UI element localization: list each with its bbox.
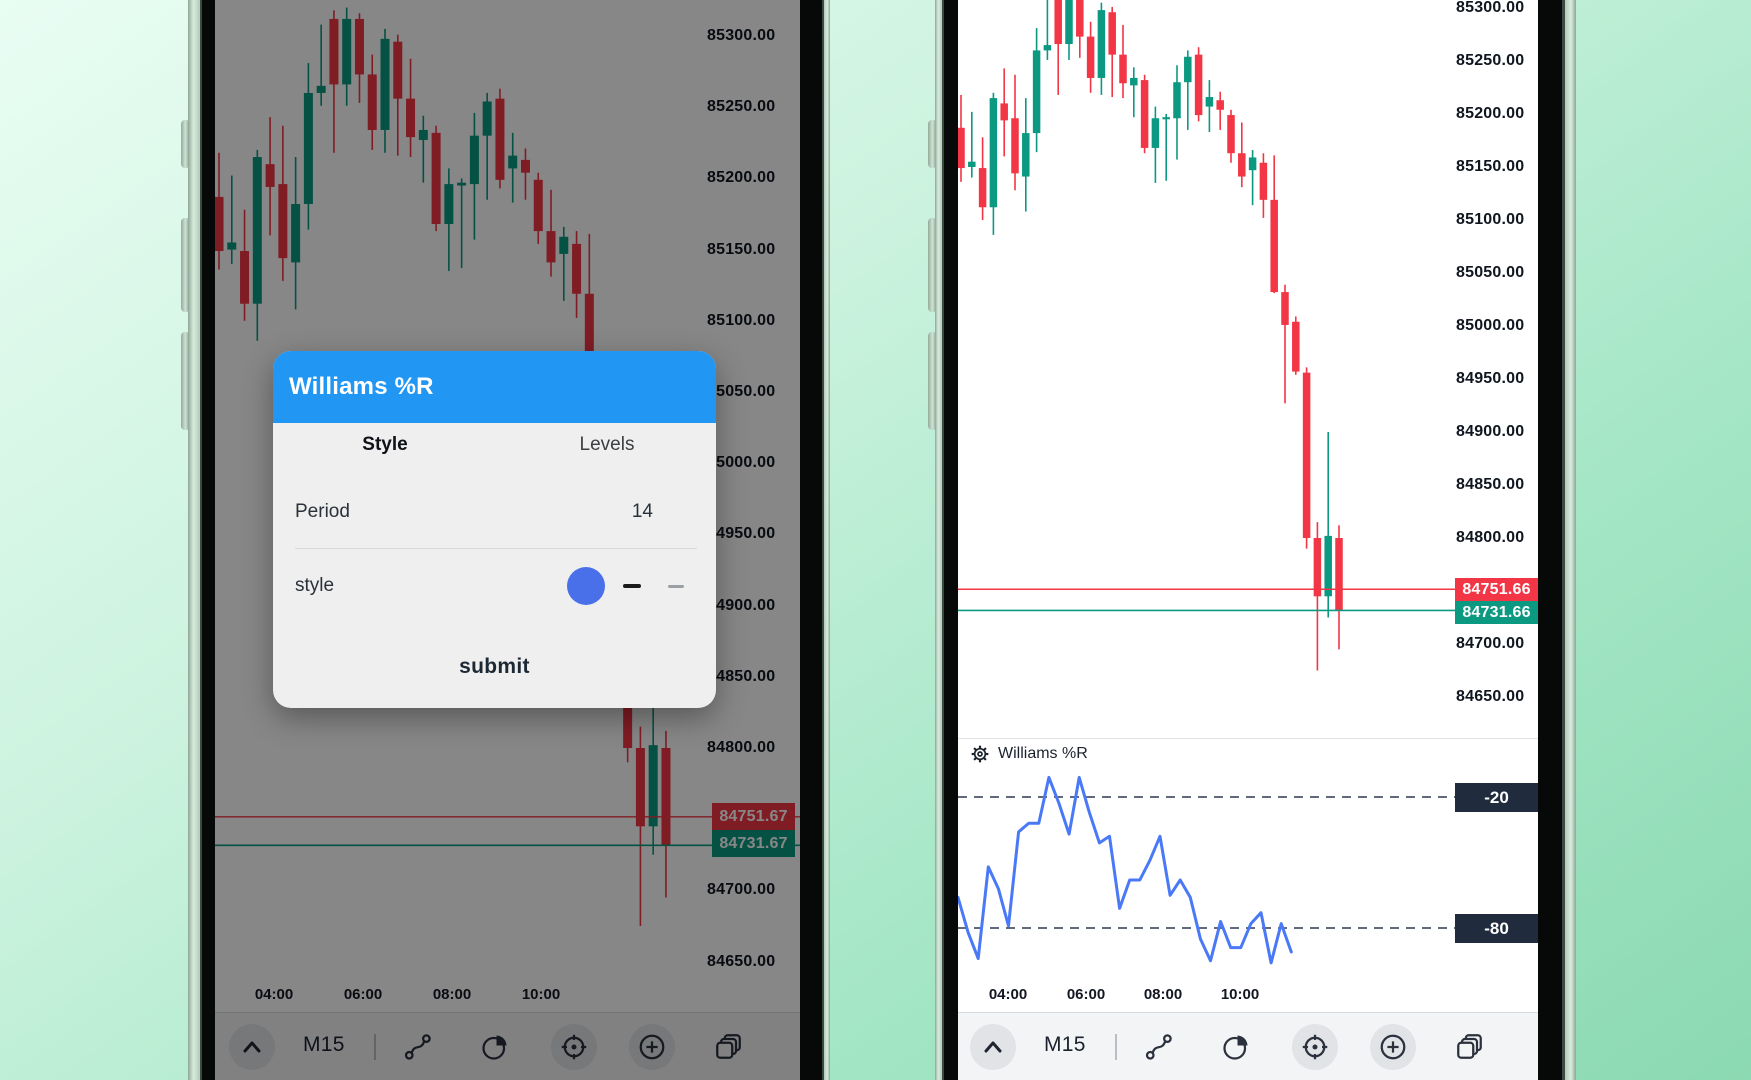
line-color-swatch[interactable] xyxy=(567,567,605,605)
price-axis-label: 85200.00 xyxy=(1456,105,1524,123)
candle-body xyxy=(1314,538,1322,596)
candle-body xyxy=(1011,118,1019,173)
candle-body xyxy=(1065,0,1073,44)
indicator-settings-gear-icon[interactable] xyxy=(970,744,990,764)
dialog-divider xyxy=(295,548,697,549)
toolbar-divider xyxy=(1115,1034,1117,1060)
chart-toolbar: M15 xyxy=(958,1012,1538,1080)
time-axis-label: 10:00 xyxy=(1221,986,1259,1003)
candle-body xyxy=(1098,10,1106,78)
level-badge-minus20: -20 xyxy=(1455,783,1538,812)
price-axis-label: 85100.00 xyxy=(1456,211,1524,229)
period-label: Period xyxy=(295,501,350,523)
candle-body xyxy=(1130,78,1138,85)
candle-body xyxy=(1162,117,1170,119)
candle-body xyxy=(1119,55,1127,84)
crosshair-icon[interactable] xyxy=(1300,1032,1330,1062)
price-axis-label: 84900.00 xyxy=(1456,423,1524,441)
candle-body xyxy=(1141,80,1149,148)
candle-body xyxy=(1335,538,1343,610)
price-axis-label: 85050.00 xyxy=(1456,264,1524,282)
williams-r-settings-dialog: Williams %R Style Levels Period 14 style… xyxy=(273,351,716,708)
price-axis-label: 85250.00 xyxy=(1456,52,1524,70)
price-axis-label: 84800.00 xyxy=(1456,529,1524,547)
line-style-thin-option[interactable] xyxy=(668,585,684,588)
phone-frame xyxy=(188,0,200,1080)
candle-body xyxy=(1227,115,1235,153)
williams-r-line xyxy=(958,777,1291,963)
dialog-title: Williams %R xyxy=(289,351,434,423)
add-order-icon[interactable] xyxy=(1378,1032,1408,1062)
left-phone: 85300.0085250.0085200.0085150.0085100.00… xyxy=(188,0,830,1080)
level-badge-minus80: -80 xyxy=(1455,914,1538,943)
right-phone-screen: 85300.00 85250.00 85200.00 85150.00 85100.00… xyxy=(958,0,1538,1080)
price-axis-label: 84700.00 xyxy=(1456,635,1524,653)
chevron-up-icon xyxy=(981,1037,1005,1057)
layouts-icon[interactable] xyxy=(1455,1032,1485,1062)
candle-body xyxy=(1054,0,1062,44)
candle-body xyxy=(1000,103,1008,120)
candle-body xyxy=(1195,55,1203,115)
price-axis-label: 84650.00 xyxy=(1456,688,1524,706)
phone-frame xyxy=(935,0,942,1080)
tab-levels[interactable]: Levels xyxy=(537,434,677,456)
drawing-tools-icon[interactable] xyxy=(1144,1032,1174,1062)
candle-body xyxy=(1152,118,1160,148)
candle-body xyxy=(1260,163,1268,200)
candle-body xyxy=(979,168,987,207)
time-axis-label: 04:00 xyxy=(989,986,1027,1003)
candle-body xyxy=(968,162,976,167)
candle-body xyxy=(958,128,965,168)
candle-body xyxy=(1044,45,1052,50)
candle-body xyxy=(1270,200,1278,292)
candlestick-chart[interactable] xyxy=(958,0,1538,1080)
indicators-icon[interactable] xyxy=(1221,1032,1251,1062)
style-label: style xyxy=(295,575,334,597)
tab-style[interactable]: Style xyxy=(315,434,455,456)
candle-body xyxy=(1076,0,1084,37)
period-value-field[interactable]: 14 xyxy=(603,501,653,523)
price-axis-label: 85000.00 xyxy=(1456,317,1524,335)
ask-price-badge: 84751.66 xyxy=(1455,578,1538,601)
time-axis-label: 06:00 xyxy=(1067,986,1105,1003)
price-axis-label: 85300.00 xyxy=(1456,0,1524,17)
candle-body xyxy=(1022,133,1030,176)
price-axis-label: 85150.00 xyxy=(1456,158,1524,176)
candle-body xyxy=(1303,373,1311,538)
expand-toolbar-button[interactable] xyxy=(970,1024,1016,1070)
price-axis-label: 84850.00 xyxy=(1456,476,1524,494)
candle-body xyxy=(1249,157,1257,170)
candle-body xyxy=(990,98,998,207)
timeframe-button[interactable]: M15 xyxy=(1044,1033,1086,1057)
candle-body xyxy=(1238,153,1246,176)
price-axis-label: 84950.00 xyxy=(1456,370,1524,388)
right-phone: 85300.00 85250.00 85200.00 85150.00 85100.00… xyxy=(935,0,1576,1080)
candle-body xyxy=(1184,57,1192,82)
time-axis-label: 08:00 xyxy=(1144,986,1182,1003)
candle-body xyxy=(1281,292,1289,325)
candle-body xyxy=(1033,50,1041,133)
line-style-solid-option[interactable] xyxy=(623,584,641,588)
candle-body xyxy=(1173,82,1181,118)
candle-body xyxy=(1216,100,1224,110)
indicator-pane-title: Williams %R xyxy=(998,745,1088,763)
candle-body xyxy=(1087,37,1095,78)
submit-button[interactable]: submit xyxy=(273,655,716,679)
bid-price-badge: 84731.66 xyxy=(1455,601,1538,624)
left-phone-screen: 85300.0085250.0085200.0085150.0085100.00… xyxy=(215,0,800,1080)
candle-body xyxy=(1108,12,1116,54)
desktop-background: 85300.00 85250.00 85200.00 85150.00 85100.00… xyxy=(0,0,1751,1080)
indicator-pane-divider xyxy=(958,738,1538,739)
candle-body xyxy=(1324,536,1332,596)
candle-body xyxy=(1292,322,1300,372)
candle-body xyxy=(1206,97,1214,107)
